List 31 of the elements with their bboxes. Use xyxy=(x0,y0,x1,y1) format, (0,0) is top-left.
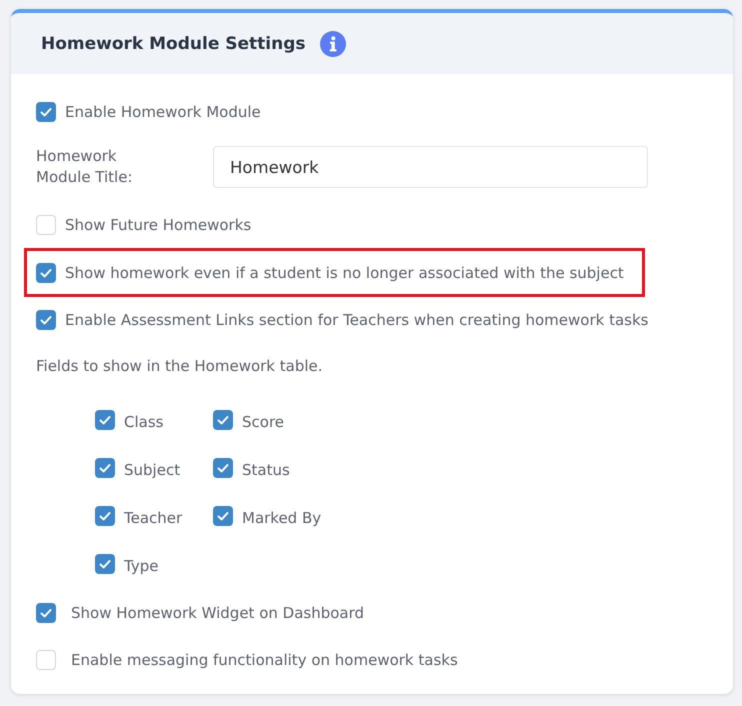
panel-title: Homework Module Settings xyxy=(41,34,306,54)
info-icon[interactable] xyxy=(320,30,346,56)
field-label: Homework Module Title: xyxy=(36,146,134,188)
checkbox-label: Marked By xyxy=(242,509,322,527)
checkbox[interactable] xyxy=(36,310,56,330)
checkbox-label: Subject xyxy=(124,461,180,479)
checkbox[interactable] xyxy=(213,410,233,430)
checkbox[interactable] xyxy=(95,410,115,430)
checkbox[interactable] xyxy=(95,506,115,526)
checkbox[interactable] xyxy=(36,102,56,122)
checkbox-label: Show homework even if a student is no longer associated with the subject xyxy=(65,264,624,282)
checkbox[interactable] xyxy=(36,215,56,235)
checkbox[interactable] xyxy=(36,603,56,623)
checkbox-label: Enable Homework Module xyxy=(65,103,261,121)
section-label: Fields to show in the Homework table. xyxy=(36,356,323,376)
checkbox[interactable] xyxy=(213,458,233,478)
checkbox-label: Enable messaging functionality on homework tasks xyxy=(71,651,458,669)
checkbox-label: Show Homework Widget on Dashboard xyxy=(71,604,364,622)
checkbox-label: Score xyxy=(242,413,284,431)
checkbox[interactable] xyxy=(213,506,233,526)
checkbox[interactable] xyxy=(95,458,115,478)
checkbox[interactable] xyxy=(36,262,56,282)
checkbox-label: Type xyxy=(124,557,158,575)
checkbox[interactable] xyxy=(36,650,56,670)
checkbox[interactable] xyxy=(95,554,115,574)
title-input-field[interactable]: Homework xyxy=(213,146,648,188)
checkbox-label: Enable Assessment Links section for Teachers when creating homework tasks xyxy=(65,311,648,329)
checkbox-label: Show Future Homeworks xyxy=(65,216,252,234)
checkbox-label: Class xyxy=(124,413,164,431)
checkbox-label: Teacher xyxy=(124,509,182,527)
checkbox-label: Status xyxy=(242,461,290,479)
